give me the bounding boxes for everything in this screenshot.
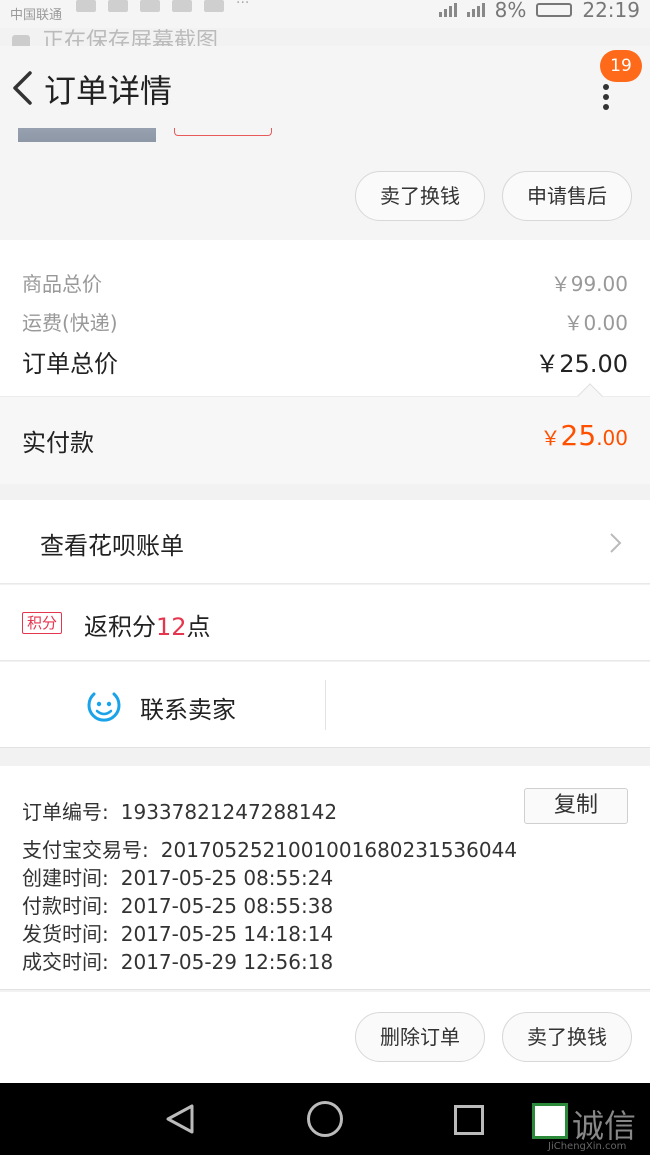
battery-icon — [536, 3, 573, 17]
created-time-value: 2017-05-25 08:55:24 — [120, 866, 334, 890]
nav-bar: 订单详情 — [0, 46, 650, 128]
smile-chat-icon — [87, 692, 121, 722]
alipay-trade-label: 支付宝交易号: — [22, 838, 149, 862]
order-info-section: 订单编号: 19337821247288142 复制 支付宝交易号: 2017052… — [0, 766, 650, 990]
huabei-bill-label: 查看花呗账单 — [40, 532, 184, 560]
paid-integer: 25 — [560, 419, 597, 452]
page-title: 订单详情 — [44, 72, 173, 110]
clock: 22:19 — [582, 0, 640, 22]
order-total-label: 订单总价 — [22, 350, 118, 378]
shipping-label: 运费(快递) — [22, 311, 118, 335]
watermark-sub: JiChengXin.com — [548, 1141, 627, 1152]
shipped-time-line: 发货时间: 2017-05-25 14:18:14 — [22, 918, 333, 947]
screenshot-notice-text: 正在保存屏幕截图 — [42, 29, 219, 46]
points-badge: 积分 — [22, 612, 63, 634]
divider — [325, 680, 326, 730]
points-row: 积分 返积分12点 — [0, 585, 650, 661]
contact-section: 联系卖家 — [0, 662, 650, 748]
shipped-time-value: 2017-05-25 14:18:14 — [120, 922, 334, 946]
copy-button[interactable]: 复制 — [524, 788, 628, 824]
product-tag — [174, 128, 272, 136]
contact-seller-label: 联系卖家 — [140, 696, 236, 724]
delete-order-button[interactable]: 删除订单 — [355, 1012, 485, 1062]
back-arrow-icon[interactable] — [10, 70, 36, 106]
sell-button[interactable]: 卖了换钱 — [355, 171, 485, 221]
created-time-label: 创建时间: — [22, 866, 109, 890]
app-notification-icon — [172, 0, 192, 12]
app-notification-icon — [204, 0, 224, 12]
created-time-line: 创建时间: 2017-05-25 08:55:24 — [22, 862, 333, 891]
system-nav-bar: 诚信 JiChengXin.com — [0, 1083, 650, 1155]
app-notification-icon — [108, 0, 128, 12]
paid-time-line: 付款时间: 2017-05-25 08:55:38 — [22, 890, 333, 919]
nav-back-icon[interactable] — [165, 1103, 195, 1135]
paid-label: 实付款 — [22, 429, 94, 457]
signal-icon — [438, 3, 457, 17]
nav-recent-icon[interactable] — [454, 1105, 484, 1135]
price-panel: 商品总价 ￥99.00 运费(快递) ￥0.00 订单总价 ￥25.00 实付款… — [0, 240, 650, 484]
goods-price-label: 商品总价 — [22, 272, 102, 296]
paid-currency: ￥ — [540, 426, 561, 450]
paid-amount-row: 实付款 ￥25.00 — [0, 383, 650, 484]
alipay-trade-line: 支付宝交易号: 2017052521001001680231536044 — [22, 834, 517, 863]
paid-decimal: .00 — [596, 426, 628, 450]
status-indicators: 8% 22:19 — [438, 0, 640, 22]
completed-time-line: 成交时间: 2017-05-29 12:56:18 — [22, 946, 333, 975]
huabei-bill-row[interactable]: 查看花呗账单 — [0, 500, 650, 584]
order-total-value: ￥25.00 — [535, 350, 628, 378]
completed-time-label: 成交时间: — [22, 950, 109, 974]
screenshot-notice: 正在保存屏幕截图 — [0, 28, 650, 46]
order-number-label: 订单编号: — [22, 800, 109, 824]
points-text: 返积分12点 — [84, 607, 211, 642]
watermark-logo — [532, 1103, 568, 1139]
sell-button-bottom[interactable]: 卖了换钱 — [502, 1012, 632, 1062]
goods-price-value: ￥99.00 — [550, 272, 628, 296]
more-dots-icon[interactable] — [594, 80, 618, 116]
completed-time-value: 2017-05-29 12:56:18 — [120, 950, 334, 974]
caret-up-icon — [577, 383, 603, 409]
product-thumbnail[interactable] — [18, 128, 156, 142]
signal-icon — [466, 3, 485, 17]
screenshot-icon — [12, 35, 30, 46]
more-notifications-icon: ··· — [236, 0, 250, 11]
chevron-right-icon — [610, 533, 622, 553]
nav-home-icon[interactable] — [307, 1101, 343, 1137]
shipped-time-label: 发货时间: — [22, 922, 109, 946]
notification-icons: ··· — [76, 0, 256, 12]
app-notification-icon — [76, 0, 96, 12]
order-number-value: 19337821247288142 — [120, 800, 338, 824]
alipay-trade-value: 2017052521001001680231536044 — [160, 838, 518, 862]
paid-amount: ￥25.00 — [541, 419, 628, 452]
product-section: 卖了换钱 申请售后 — [0, 128, 650, 240]
points-prefix: 返积分 — [84, 613, 156, 641]
shipping-value: ￥0.00 — [563, 311, 628, 335]
paid-time-label: 付款时间: — [22, 894, 109, 918]
paid-time-value: 2017-05-25 08:55:38 — [120, 894, 334, 918]
points-suffix: 点 — [186, 613, 211, 641]
after-sale-button[interactable]: 申请售后 — [502, 171, 632, 221]
battery-percent: 8% — [494, 0, 527, 22]
points-number: 12 — [156, 613, 187, 641]
order-number-line: 订单编号: 19337821247288142 — [22, 796, 337, 825]
message-count-badge: 19 — [600, 50, 642, 82]
carrier-label: 中国联通 — [10, 8, 63, 23]
app-notification-icon — [140, 0, 160, 12]
bottom-action-bar: 删除订单 卖了换钱 — [0, 992, 650, 1083]
status-bar: 中国联通 ··· 8% 22:19 — [0, 0, 650, 28]
contact-seller-button[interactable]: 联系卖家 — [0, 662, 325, 748]
